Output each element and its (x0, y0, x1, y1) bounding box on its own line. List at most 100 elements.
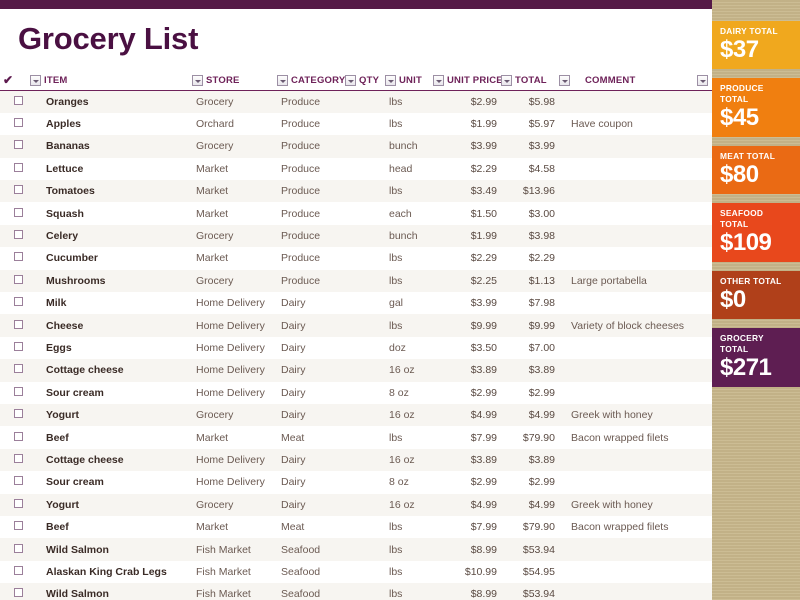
cell-total[interactable]: $2.99 (501, 471, 559, 493)
row-checkbox-cell[interactable] (0, 359, 30, 381)
cell-category[interactable]: Meat (277, 426, 345, 448)
cell-item[interactable]: Wild Salmon (30, 538, 192, 560)
cell-unit[interactable]: lbs (385, 516, 433, 538)
cell-total[interactable]: $5.97 (501, 113, 559, 135)
checkbox-icon[interactable] (14, 162, 23, 172)
cell-comment[interactable] (559, 449, 712, 471)
row-checkbox-cell[interactable] (0, 494, 30, 516)
checkbox-icon[interactable] (14, 319, 23, 329)
cell-store[interactable]: Home Delivery (192, 471, 277, 493)
cell-qty[interactable]: 5 (345, 561, 385, 583)
cell-total[interactable]: $3.89 (501, 449, 559, 471)
row-checkbox-cell[interactable] (0, 337, 30, 359)
checkbox-icon[interactable] (14, 140, 23, 150)
cell-qty[interactable]: 1 (345, 359, 385, 381)
checkbox-icon[interactable] (14, 409, 23, 419)
cell-unit[interactable]: gal (385, 292, 433, 314)
cell-unit-price[interactable]: $7.99 (433, 516, 501, 538)
cell-total[interactable]: $4.99 (501, 494, 559, 516)
cell-comment[interactable] (559, 538, 712, 560)
row-checkbox-cell[interactable] (0, 583, 30, 600)
cell-unit-price[interactable]: $8.99 (433, 538, 501, 560)
checkbox-icon[interactable] (14, 95, 23, 105)
cell-comment[interactable]: Greek with honey (559, 494, 712, 516)
checkbox-icon[interactable] (14, 453, 23, 463)
row-checkbox-cell[interactable] (0, 113, 30, 135)
cell-unit[interactable]: lbs (385, 91, 433, 113)
cell-category[interactable]: Seafood (277, 561, 345, 583)
cell-store[interactable]: Orchard (192, 113, 277, 135)
cell-store[interactable]: Market (192, 426, 277, 448)
cell-item[interactable]: Mushrooms (30, 270, 192, 292)
checkbox-icon[interactable] (14, 565, 23, 575)
cell-store[interactable]: Home Delivery (192, 382, 277, 404)
checkbox-icon[interactable] (14, 386, 23, 396)
cell-unit-price[interactable]: $2.29 (433, 247, 501, 269)
cell-unit[interactable]: 8 oz (385, 471, 433, 493)
cell-category[interactable]: Meat (277, 516, 345, 538)
row-checkbox-cell[interactable] (0, 91, 30, 113)
cell-qty[interactable]: 0.5 (345, 270, 385, 292)
row-checkbox-cell[interactable] (0, 382, 30, 404)
cell-qty[interactable]: 2 (345, 225, 385, 247)
row-checkbox-cell[interactable] (0, 180, 30, 202)
cell-total[interactable]: $2.99 (501, 382, 559, 404)
cell-store[interactable]: Fish Market (192, 538, 277, 560)
cell-comment[interactable]: Large portabella (559, 270, 712, 292)
cell-store[interactable]: Home Delivery (192, 292, 277, 314)
cell-unit[interactable]: 16 oz (385, 449, 433, 471)
cell-comment[interactable] (559, 247, 712, 269)
cell-store[interactable]: Grocery (192, 494, 277, 516)
cell-unit[interactable]: lbs (385, 113, 433, 135)
cell-item[interactable]: Cottage cheese (30, 359, 192, 381)
cell-unit-price[interactable]: $2.99 (433, 471, 501, 493)
cell-qty[interactable]: 3 (345, 113, 385, 135)
cell-category[interactable]: Produce (277, 158, 345, 180)
cell-total[interactable]: $3.00 (501, 202, 559, 224)
cell-comment[interactable]: Have coupon (559, 113, 712, 135)
cell-comment[interactable] (559, 202, 712, 224)
table-row[interactable]: YogurtGroceryDairy116 oz$4.99$4.99Greek … (0, 403, 712, 427)
cell-unit-price[interactable]: $2.99 (433, 382, 501, 404)
cell-qty[interactable]: 1 (345, 404, 385, 426)
cell-qty[interactable]: 6 (345, 538, 385, 560)
cell-unit-price[interactable]: $1.99 (433, 113, 501, 135)
row-checkbox-cell[interactable] (0, 561, 30, 583)
cell-comment[interactable] (559, 292, 712, 314)
cell-category[interactable]: Seafood (277, 538, 345, 560)
cell-comment[interactable]: Greek with honey (559, 404, 712, 426)
cell-item[interactable]: Yogurt (30, 404, 192, 426)
cell-unit-price[interactable]: $8.99 (433, 583, 501, 600)
checkbox-icon[interactable] (14, 230, 23, 240)
cell-item[interactable]: Cucumber (30, 247, 192, 269)
cell-unit-price[interactable]: $9.99 (433, 314, 501, 336)
cell-total[interactable]: $5.98 (501, 91, 559, 113)
cell-qty[interactable]: 2 (345, 292, 385, 314)
table-row[interactable]: BeefMarketMeat 10lbs$7.99$79.90Bacon wrap… (0, 515, 712, 539)
cell-total[interactable]: $7.00 (501, 337, 559, 359)
cell-unit[interactable]: doz (385, 337, 433, 359)
cell-qty[interactable]: 10 (345, 426, 385, 448)
cell-unit-price[interactable]: $3.50 (433, 337, 501, 359)
cell-item[interactable]: Squash (30, 202, 192, 224)
cell-store[interactable]: Market (192, 180, 277, 202)
cell-category[interactable]: Produce (277, 135, 345, 157)
cell-item[interactable]: Bananas (30, 135, 192, 157)
checkbox-icon[interactable] (14, 364, 23, 374)
header-col-store[interactable]: STORE (192, 71, 277, 91)
header-col-comment[interactable]: COMMENT (559, 71, 712, 91)
row-checkbox-cell[interactable] (0, 404, 30, 426)
header-col-item[interactable]: ITEM (30, 71, 192, 91)
cell-unit[interactable]: each (385, 202, 433, 224)
cell-category[interactable]: Produce (277, 113, 345, 135)
cell-store[interactable]: Grocery (192, 270, 277, 292)
cell-comment[interactable] (559, 583, 712, 600)
cell-unit[interactable]: bunch (385, 135, 433, 157)
header-col-category[interactable]: CATEGORY (277, 71, 345, 91)
cell-qty[interactable]: 10 (345, 516, 385, 538)
chevron-down-icon[interactable] (30, 75, 41, 86)
cell-item[interactable]: Tomatoes (30, 180, 192, 202)
checkbox-icon[interactable] (14, 431, 23, 441)
cell-total[interactable]: $79.90 (501, 426, 559, 448)
cell-unit[interactable]: lbs (385, 270, 433, 292)
